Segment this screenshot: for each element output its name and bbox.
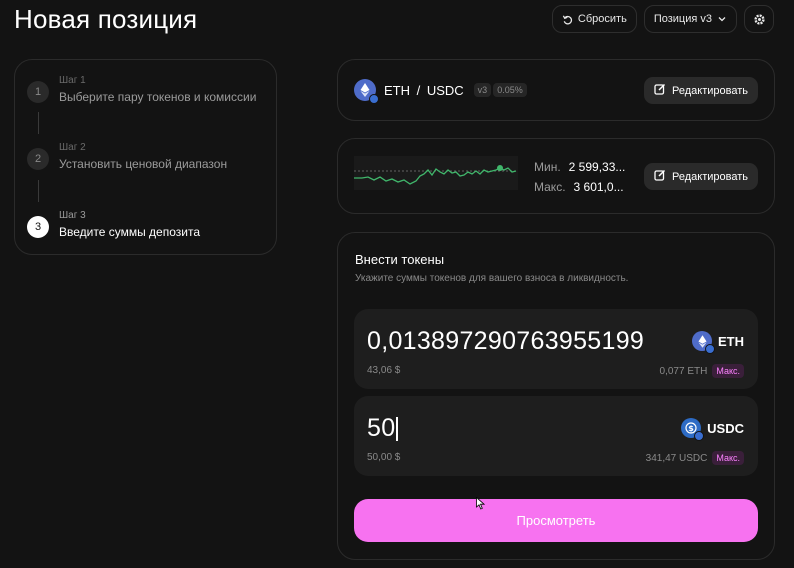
- version-badge: v3: [473, 83, 492, 97]
- usdc-usd-value: 50,00 $: [367, 452, 401, 463]
- step-label: Выберите пару токенов и комиссии: [59, 90, 257, 104]
- min-price-value: 2 599,33...: [568, 160, 626, 174]
- deposit-subtitle: Укажите суммы токенов для вашего взноса …: [355, 273, 629, 284]
- review-button[interactable]: Просмотреть: [354, 499, 758, 542]
- version-label: Позиция v3: [653, 13, 712, 25]
- step-caption: Шаг 3: [59, 210, 86, 221]
- steps-panel: 1 Шаг 1 Выберите пару токенов и комиссии…: [14, 59, 277, 255]
- step-connector: [38, 112, 39, 134]
- usdc-balance: 341,47 USDC: [645, 452, 708, 464]
- usdc-amount-value: 50: [367, 414, 396, 442]
- step-number: 1: [27, 81, 49, 103]
- eth-usd-value: 43,06 $: [367, 365, 401, 376]
- step-3[interactable]: 3 Шаг 3 Введите суммы депозита: [27, 210, 200, 239]
- max-price-value: 3 601,0...: [573, 180, 624, 194]
- eth-token-icon: [692, 331, 715, 354]
- step-connector: [38, 180, 39, 202]
- eth-token-icon: [354, 79, 379, 104]
- usdc-amount-box[interactable]: 50 50,00 $ $ USDC 341,47 USDC Макс.: [354, 396, 758, 476]
- usdc-max-button[interactable]: Макс.: [712, 451, 744, 465]
- eth-amount-input[interactable]: 0,013897290763955199: [367, 327, 644, 356]
- eth-symbol: ETH: [718, 333, 744, 349]
- chevron-down-icon: [717, 14, 727, 24]
- edit-icon: [654, 83, 666, 98]
- eth-amount-value: 0,013897290763955199: [367, 327, 645, 355]
- step-caption: Шаг 2: [59, 142, 86, 153]
- reset-label: Сбросить: [577, 13, 627, 25]
- min-price-label: Мин.: [534, 160, 561, 174]
- edit-label: Редактировать: [672, 84, 748, 97]
- edit-icon: [654, 169, 666, 184]
- step-label: Введите суммы депозита: [59, 225, 201, 239]
- undo-icon: [562, 14, 573, 25]
- eth-max-button[interactable]: Макс.: [712, 364, 744, 378]
- eth-amount-box[interactable]: 0,013897290763955199 43,06 $ ETH 0,077 E…: [354, 309, 758, 389]
- mouse-cursor-icon: [476, 497, 485, 510]
- edit-label: Редактировать: [672, 170, 748, 183]
- fee-badge: 0.05%: [493, 83, 527, 97]
- edit-range-button[interactable]: Редактировать: [644, 163, 758, 190]
- token-pair-card: ETH / USDC v3 0.05% Редактировать: [337, 59, 775, 121]
- step-caption: Шаг 1: [59, 75, 86, 86]
- eth-token-selector[interactable]: ETH: [692, 331, 744, 354]
- step-1[interactable]: 1 Шаг 1 Выберите пару токенов и комиссии: [27, 75, 256, 104]
- top-actions: Сбросить Позиция v3: [551, 5, 774, 33]
- usdc-token-icon: $: [681, 418, 705, 441]
- gear-icon: [753, 13, 766, 26]
- step-number: 3: [27, 216, 49, 238]
- price-range-card: Мин. 2 599,33... Макс. 3 601,0... Редакт…: [337, 138, 775, 214]
- pair-name: ETH / USDC: [384, 82, 464, 98]
- settings-button[interactable]: [744, 5, 774, 33]
- eth-balance: 0,077 ETH: [659, 365, 708, 377]
- deposit-card: Внести токены Укажите суммы токенов для …: [337, 232, 775, 560]
- usdc-symbol: USDC: [707, 420, 744, 436]
- step-2[interactable]: 2 Шаг 2 Установить ценовой диапазон: [27, 142, 227, 171]
- usdc-token-selector[interactable]: $ USDC: [681, 418, 744, 441]
- text-caret: [396, 416, 398, 441]
- usdc-amount-input[interactable]: 50: [367, 414, 398, 443]
- reset-button[interactable]: Сбросить: [551, 5, 637, 33]
- deposit-title: Внести токены: [355, 252, 445, 267]
- position-version-dropdown[interactable]: Позиция v3: [643, 5, 737, 33]
- svg-text:$: $: [688, 424, 694, 433]
- edit-pair-button[interactable]: Редактировать: [644, 77, 758, 104]
- step-number: 2: [27, 148, 49, 170]
- price-range-chart: [354, 156, 518, 190]
- max-price-label: Макс.: [534, 180, 566, 194]
- step-label: Установить ценовой диапазон: [59, 157, 228, 171]
- page-title: Новая позиция: [14, 4, 198, 34]
